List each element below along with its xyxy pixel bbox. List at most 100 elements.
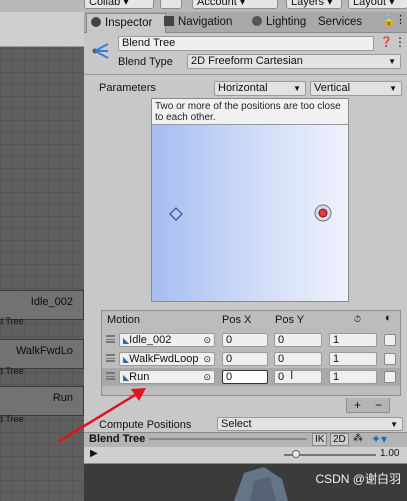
layout-label: Layout <box>353 0 387 8</box>
motion-table: Motion Pos X Pos Y ⏱ ◐ ◣Idle_002 ⊙ 0 0 1… <box>101 310 401 396</box>
tab-label: Lighting <box>266 16 307 28</box>
collab-button[interactable]: Collab ▾ <box>84 0 154 9</box>
cloud-button[interactable] <box>160 0 182 9</box>
tab-label: Inspector <box>105 17 153 29</box>
inspector-panel: Inspector Navigation Lighting Services 🔒… <box>84 12 407 501</box>
pos-y-field[interactable]: 0 <box>274 370 322 384</box>
mirror-checkbox[interactable] <box>384 334 396 346</box>
graph-node-run[interactable]: Run <box>0 386 84 416</box>
divider <box>84 74 407 75</box>
layers-button[interactable]: Layers ▾ <box>286 0 342 9</box>
object-picker-icon[interactable]: ⊙ <box>203 334 211 346</box>
object-picker-icon[interactable]: ⊙ <box>203 353 211 365</box>
account-label: Account <box>197 0 237 8</box>
remove-motion-button[interactable]: − <box>375 398 382 412</box>
pos-x-value: 0 <box>226 353 233 365</box>
speed-field[interactable]: 1 <box>329 333 377 347</box>
graph-node-sub: d Tree <box>0 414 24 424</box>
compute-positions-dropdown[interactable]: Select ▼ <box>217 417 403 431</box>
layout-button[interactable]: Layout ▾ <box>348 0 407 9</box>
avatar-icon[interactable]: ✦▾ <box>371 432 387 446</box>
pos-y-value: 0 <box>278 334 285 346</box>
blend-type-dropdown[interactable]: 2D Freeform Cartesian ▼ <box>187 54 401 69</box>
pos-y-field[interactable]: 0 <box>274 352 322 366</box>
dropdown-arrow-icon: ▼ <box>390 420 398 429</box>
param-x-dropdown[interactable]: Horizontal ▼ <box>214 81 306 96</box>
graph-node-walk[interactable]: WalkFwdLo <box>0 339 84 369</box>
animator-graph-panel[interactable]: Idle_002 d Tree WalkFwdLo d Tree Run d T… <box>0 12 84 501</box>
navigation-icon <box>164 16 174 26</box>
motion-name: WalkFwdLoop <box>129 353 199 365</box>
name-value: Blend Tree <box>122 37 176 49</box>
speed-value: 1.00 <box>380 448 400 459</box>
motion-field[interactable]: ◣Run ⊙ <box>119 370 215 384</box>
pos-x-field[interactable]: 0 <box>222 352 268 366</box>
parameter-diamond-marker[interactable] <box>169 207 183 221</box>
layers-label: Layers <box>291 0 325 8</box>
speed-field[interactable]: 1 <box>329 352 377 366</box>
blend-tree-icon <box>92 43 109 59</box>
warning-message: Two or more of the positions are too clo… <box>152 99 348 125</box>
compute-value: Select <box>221 418 252 430</box>
blend-space-plot[interactable]: Two or more of the positions are too clo… <box>151 98 349 302</box>
lightbulb-icon <box>252 16 262 26</box>
blend-tree-name-field[interactable]: Blend Tree <box>118 36 374 51</box>
table-row[interactable]: ◣Idle_002 ⊙ 0 0 1 <box>102 331 400 349</box>
menu-icon[interactable]: ⋮ <box>395 13 406 26</box>
table-row-selected[interactable]: ◣Run ⊙ 0 0 1 <box>102 368 400 386</box>
tab-label: Navigation <box>178 16 233 28</box>
param-y-dropdown[interactable]: Vertical ▼ <box>310 81 402 96</box>
motion-point-marker[interactable] <box>313 203 333 223</box>
param-y-value: Vertical <box>314 82 351 94</box>
param-x-value: Horizontal <box>218 82 268 94</box>
ik-toggle[interactable]: IK <box>312 433 328 446</box>
character-preview-image <box>234 467 288 501</box>
parameters-label: Parameters <box>99 82 156 94</box>
lock-icon[interactable]: 🔒 <box>382 14 396 27</box>
pos-y-column-header: Pos Y <box>275 314 305 326</box>
help-icon[interactable]: ❓ <box>380 37 392 48</box>
motion-field[interactable]: ◣WalkFwdLoop ⊙ <box>119 352 215 366</box>
speed-slider-handle[interactable] <box>292 450 300 458</box>
add-remove-bar: + − <box>346 398 390 413</box>
mirror-checkbox[interactable] <box>384 371 396 383</box>
add-motion-button[interactable]: + <box>354 398 361 412</box>
preview-area[interactable]: ▶ 1.00 CSDN @谢白羽 <box>84 447 407 501</box>
mirror-checkbox[interactable] <box>384 353 396 365</box>
speed-field[interactable]: 1 <box>329 370 377 384</box>
speed-icon: ⏱ <box>354 314 362 324</box>
blend-type-value: 2D Freeform Cartesian <box>191 55 303 67</box>
account-button[interactable]: Account ▾ <box>192 0 278 9</box>
pivot-icon[interactable]: ⁂ <box>353 433 363 444</box>
pos-y-field[interactable]: 0 <box>274 333 322 347</box>
pos-x-field[interactable]: 0 <box>222 370 268 384</box>
graph-node-label: WalkFwdLo <box>15 345 73 357</box>
drag-handle-icon[interactable] <box>106 354 115 362</box>
pos-x-column-header: Pos X <box>222 314 252 326</box>
graph-node-sub: d Tree <box>0 316 24 326</box>
pos-x-value: 0 <box>226 334 233 346</box>
speed-value: 1 <box>333 334 340 346</box>
mirror-icon: ◐ <box>385 312 392 324</box>
blend-type-label: Blend Type <box>118 56 173 68</box>
object-picker-icon[interactable]: ⊙ <box>203 371 211 383</box>
speed-value: 1 <box>333 371 340 383</box>
graph-node-label: Run <box>52 392 73 404</box>
watermark: CSDN @谢白羽 <box>315 472 401 486</box>
drag-handle-icon[interactable] <box>106 372 115 380</box>
drag-handle-icon[interactable] <box>106 335 115 343</box>
compute-positions-label: Compute Positions <box>99 419 192 431</box>
graph-node-sub: d Tree <box>0 366 24 376</box>
tab-services[interactable]: Services <box>318 13 374 32</box>
settings-icon[interactable]: ⋮ <box>394 35 406 49</box>
playback-bar: ▶ 1.00 <box>84 447 407 464</box>
motion-field[interactable]: ◣Idle_002 ⊙ <box>119 333 215 347</box>
table-row[interactable]: ◣WalkFwdLoop ⊙ 0 0 1 <box>102 350 400 368</box>
2d-toggle[interactable]: 2D <box>330 433 349 446</box>
tab-inspector[interactable]: Inspector <box>86 13 166 33</box>
tab-navigation[interactable]: Navigation <box>164 13 256 32</box>
info-icon <box>91 17 101 27</box>
dropdown-arrow-icon: ▼ <box>388 57 396 66</box>
pos-x-field[interactable]: 0 <box>222 333 268 347</box>
play-icon[interactable]: ▶ <box>90 448 98 459</box>
